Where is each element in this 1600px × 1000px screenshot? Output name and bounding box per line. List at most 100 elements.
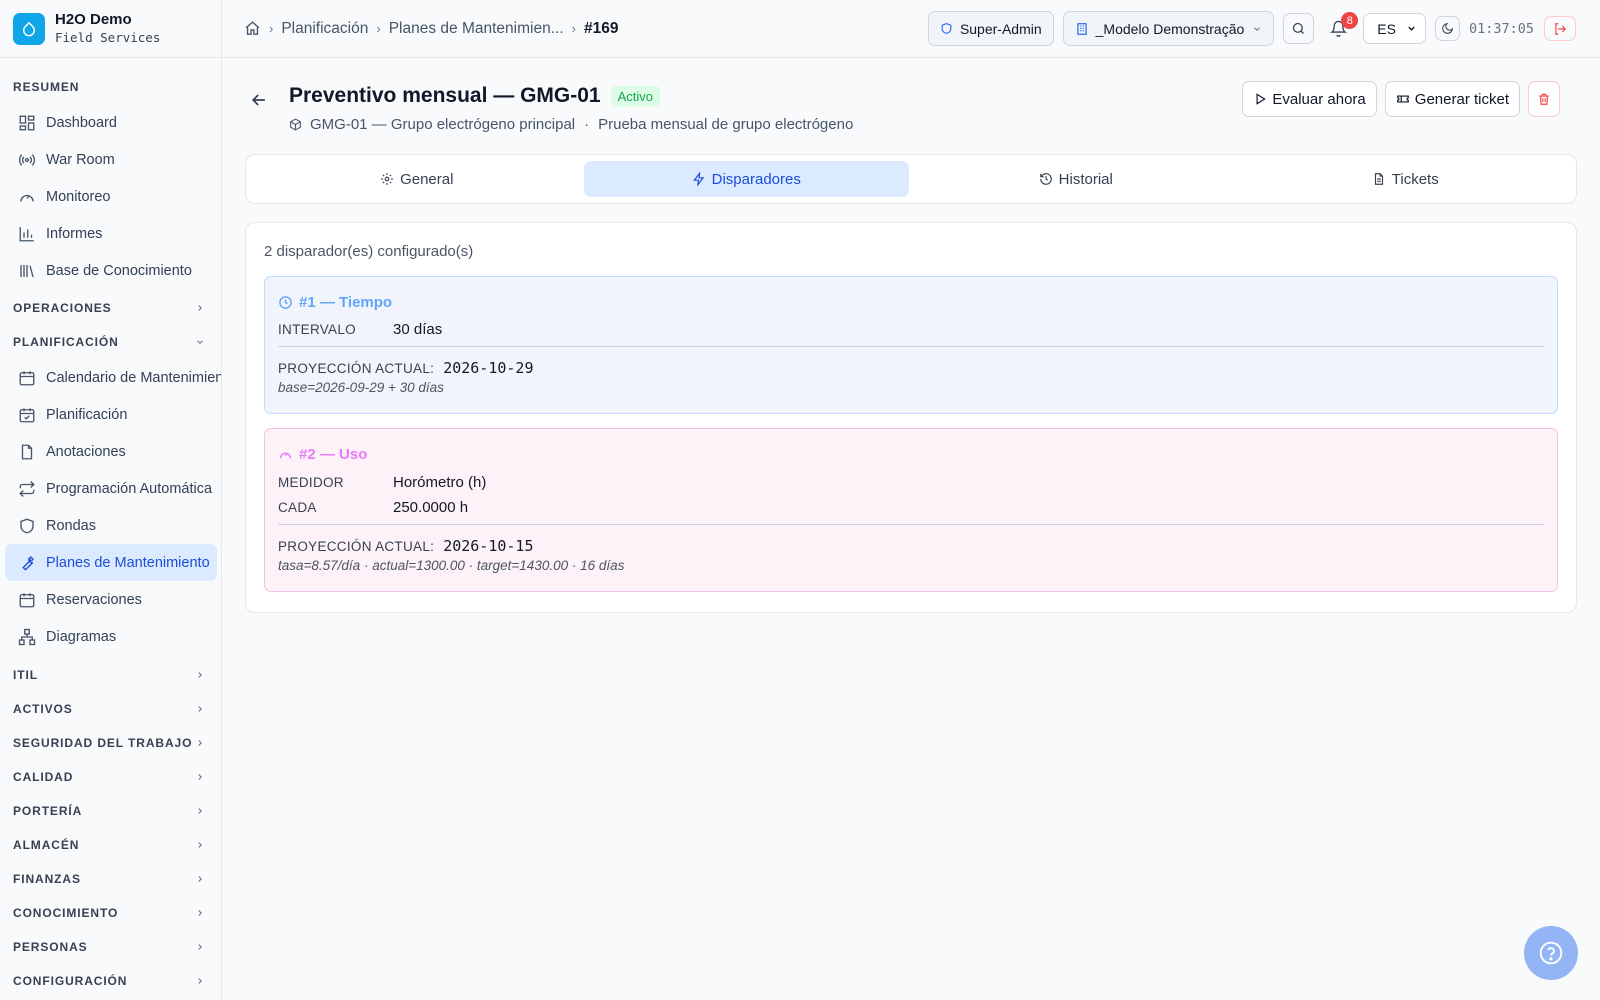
box-icon (289, 118, 302, 131)
delete-button[interactable] (1528, 81, 1560, 117)
ticket-icon (1396, 92, 1410, 106)
interval-value: 30 días (393, 321, 443, 338)
search-icon (1291, 21, 1306, 36)
gauge-icon (18, 188, 36, 206)
sidebar-item-base-conocimiento[interactable]: Base de Conocimiento (0, 252, 217, 289)
section-almacen[interactable]: ALMACÉN (0, 828, 221, 862)
back-button[interactable] (249, 90, 271, 112)
help-button[interactable] (1524, 926, 1578, 980)
notifications-button[interactable]: 8 (1323, 12, 1359, 44)
interval-label: INTERVALO (278, 322, 356, 337)
projection-note: base=2026-09-29 + 30 días (278, 380, 444, 395)
trigger-card-usage: #2 — Uso MEDIDOR Horómetro (h) CADA 250.… (264, 428, 1558, 592)
tab-tickets[interactable]: Tickets (1243, 161, 1569, 197)
search-button[interactable] (1283, 13, 1315, 44)
chevron-right-icon (195, 670, 205, 680)
zap-icon (692, 172, 706, 186)
section-porteria[interactable]: PORTERÍA (0, 794, 221, 828)
document-icon (1372, 172, 1386, 186)
breadcrumb-separator: › (571, 21, 576, 36)
projection-row: PROYECCIÓN ACTUAL: 2026-10-15 (278, 535, 1544, 557)
sidebar-item-label: Planes de Mantenimiento (46, 554, 210, 571)
divider (278, 524, 1544, 525)
sidebar-item-monitoreo[interactable]: Monitoreo (0, 178, 217, 215)
wrench-icon (18, 554, 36, 572)
building-icon (1075, 22, 1089, 36)
theme-toggle[interactable] (1434, 16, 1460, 41)
chevron-right-icon (195, 874, 205, 884)
repeat-icon (18, 480, 36, 498)
tenant-label: _Modelo Demonstração (1095, 20, 1245, 37)
evaluate-now-button[interactable]: Evaluar ahora (1242, 81, 1377, 117)
section-label: ITIL (13, 668, 38, 682)
language-select[interactable]: ES (1363, 13, 1426, 44)
section-operaciones[interactable]: OPERACIONES (0, 291, 221, 325)
section-activos[interactable]: ACTIVOS (0, 692, 221, 726)
section-seguridad[interactable]: SEGURIDAD DEL TRABAJO (0, 726, 221, 760)
tenant-selector[interactable]: _Modelo Demonstração (1062, 11, 1275, 46)
library-icon (18, 262, 36, 280)
every-row: CADA 250.0000 h (278, 495, 1544, 520)
sidebar-item-label: Rondas (46, 517, 96, 534)
trigger-title-text: #2 — Uso (299, 445, 368, 463)
brand[interactable]: H2O Demo Field Services (0, 0, 221, 58)
sidebar-item-label: Base de Conocimiento (46, 262, 192, 279)
separator: · (584, 116, 590, 133)
section-label: PERSONAS (13, 940, 88, 954)
section-label: OPERACIONES (13, 301, 112, 315)
section-finanzas[interactable]: FINANZAS (0, 862, 221, 896)
sidebar-item-informes[interactable]: Informes (0, 215, 217, 252)
section-calidad[interactable]: CALIDAD (0, 760, 221, 794)
sidebar-item-rondas[interactable]: Rondas (0, 507, 217, 544)
section-configuracion[interactable]: CONFIGURACIÓN (0, 964, 221, 998)
sidebar-item-reservaciones[interactable]: Reservaciones (0, 581, 217, 618)
sidebar-item-diagramas[interactable]: Diagramas (0, 618, 217, 655)
logout-button[interactable] (1544, 16, 1576, 41)
tab-historial[interactable]: Historial (913, 161, 1239, 197)
chevron-down-icon (1406, 23, 1417, 34)
section-personas[interactable]: PERSONAS (0, 930, 221, 964)
moon-icon (1441, 22, 1454, 35)
sidebar-item-dashboard[interactable]: Dashboard (0, 104, 217, 141)
breadcrumb-planificacion[interactable]: Planificación (281, 20, 368, 38)
clock: 01:37:05 (1468, 20, 1534, 37)
breadcrumb-planes[interactable]: Planes de Mantenimien... (389, 20, 564, 38)
asset-link[interactable]: GMG-01 — Grupo electrógeno principal (310, 116, 575, 133)
section-planificacion[interactable]: PLANIFICACIÓN (0, 325, 221, 359)
sidebar-item-planes-mantenimiento[interactable]: Planes de Mantenimiento (5, 544, 217, 581)
gauge-icon (278, 447, 293, 462)
sidebar-item-war-room[interactable]: War Room (0, 141, 217, 178)
sidebar-item-programacion[interactable]: Programación Automática (0, 470, 217, 507)
evaluate-now-label: Evaluar ahora (1272, 90, 1366, 108)
home-icon[interactable] (244, 20, 261, 37)
chevron-down-icon (195, 337, 205, 347)
history-icon (1039, 172, 1053, 186)
projection-value: 2026-10-15 (443, 537, 534, 555)
breadcrumb: › Planificación › Planes de Mantenimien.… (244, 20, 618, 38)
breadcrumb-separator: › (269, 21, 274, 36)
meter-row: MEDIDOR Horómetro (h) (278, 470, 1544, 495)
every-value: 250.0000 h (393, 499, 469, 516)
breadcrumb-separator: › (376, 21, 381, 36)
sidebar-item-calendario[interactable]: Calendario de Mantenimiento (0, 359, 221, 396)
generate-ticket-button[interactable]: Generar ticket (1384, 81, 1520, 117)
file-icon (18, 443, 36, 461)
topbar-actions: Super-Admin _Modelo Demonstração 8 ES 01… (927, 11, 1576, 46)
tab-general[interactable]: General (254, 161, 580, 197)
role-label: Super-Admin (959, 20, 1042, 37)
chevron-right-icon (195, 908, 205, 918)
sidebar-item-anotaciones[interactable]: Anotaciones (0, 433, 217, 470)
chevron-right-icon (195, 840, 205, 850)
triggers-panel: 2 disparador(es) configurado(s) #1 — Tie… (245, 222, 1577, 613)
section-itil[interactable]: ITIL (0, 658, 221, 692)
logout-icon (1553, 22, 1567, 36)
breadcrumb-current: #169 (583, 19, 619, 37)
sidebar-item-planificacion[interactable]: Planificación (0, 396, 217, 433)
role-badge[interactable]: Super-Admin (927, 11, 1054, 46)
interval-row: INTERVALO 30 días (278, 317, 1544, 342)
section-label: ACTIVOS (13, 702, 73, 716)
section-conocimiento[interactable]: CONOCIMIENTO (0, 896, 221, 930)
section-resumen[interactable]: RESUMEN (0, 70, 221, 104)
trash-icon (1537, 92, 1551, 106)
tab-disparadores[interactable]: Disparadores (583, 161, 909, 197)
